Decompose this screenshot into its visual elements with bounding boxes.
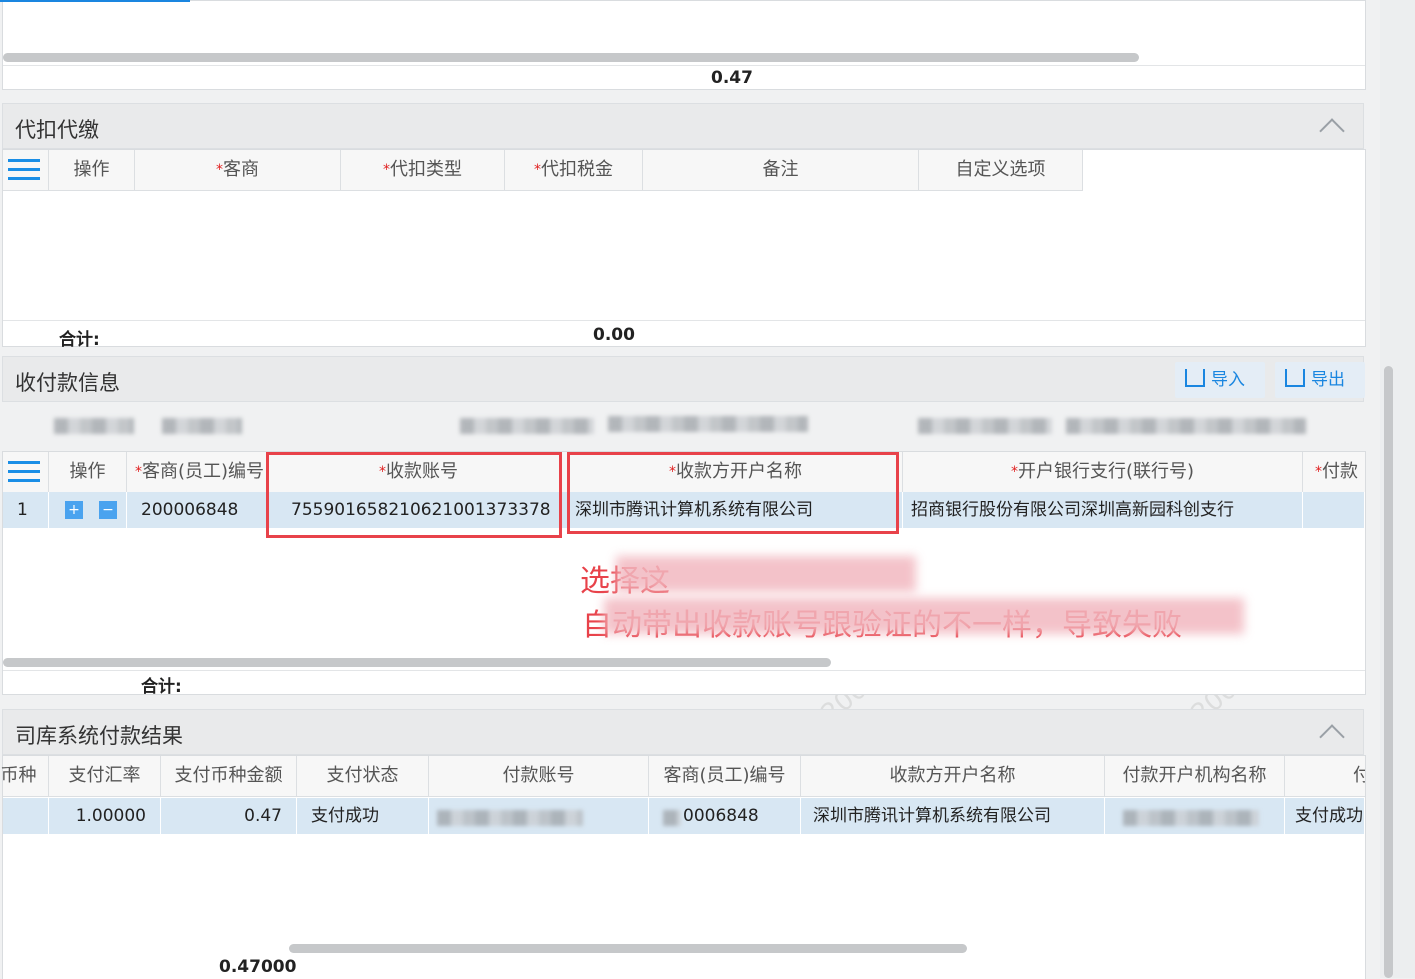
total-label: 合计: (59, 330, 100, 350)
payer-org-cell[interactable] (1105, 798, 1285, 834)
redacted-annotation (604, 598, 1244, 634)
column-header[interactable]: *代扣税金 (505, 150, 643, 190)
withholding-section-header[interactable]: 代扣代缴 (2, 103, 1364, 149)
menu-icon[interactable] (8, 461, 40, 483)
total-value: 0.00 (593, 325, 635, 345)
column-header[interactable]: *代扣类型 (341, 150, 505, 190)
highlight-account-number (266, 452, 562, 538)
status2-cell[interactable]: 支付成功 (1285, 798, 1365, 834)
redacted-text (437, 810, 583, 826)
column-header[interactable]: 操作 (49, 452, 127, 492)
section-title: 代扣代缴 (15, 118, 99, 142)
column-header[interactable]: *付款 (1303, 452, 1365, 492)
column-header[interactable]: 支付币种金额 (161, 756, 297, 796)
horizontal-scrollbar[interactable] (289, 944, 967, 953)
column-header[interactable]: 自定义选项 (919, 150, 1083, 190)
horizontal-scrollbar[interactable] (3, 658, 831, 667)
redacted-text (162, 418, 242, 434)
column-header[interactable]: 收款方开户名称 (801, 756, 1105, 796)
top-total-value: 0.47 (711, 68, 753, 88)
redacted-text (460, 418, 594, 434)
total-value: 0.47000 (219, 957, 297, 977)
redacted-text (918, 418, 1052, 434)
export-button[interactable]: 导出 (1275, 362, 1365, 398)
payment-cell[interactable] (1303, 492, 1365, 528)
section-title: 司库系统付款结果 (15, 724, 183, 748)
column-header[interactable]: 操作 (49, 150, 135, 190)
payer-account-cell[interactable] (429, 798, 649, 834)
column-header[interactable]: 客商(员工)编号 (649, 756, 801, 796)
import-button[interactable]: 导入 (1175, 362, 1265, 398)
amount-cell[interactable]: 0.47 (161, 798, 297, 834)
grid-header: 操作 *客商 *代扣类型 *代扣税金 备注 自定义选项 (3, 150, 1083, 191)
currency-cell[interactable] (3, 798, 49, 834)
vertical-scrollbar-thumb[interactable] (1384, 366, 1393, 978)
column-header[interactable]: 备注 (643, 150, 919, 190)
bank-branch-cell[interactable]: 招商银行股份有限公司深圳高新园科创支行 (903, 492, 1303, 528)
total-label: 合计: (141, 677, 182, 697)
row-actions: + − (49, 492, 127, 528)
tab-indicator (0, 0, 190, 2)
horizontal-scrollbar[interactable] (3, 53, 1139, 62)
column-header[interactable]: 支付状态 (297, 756, 429, 796)
chevron-up-icon[interactable] (1319, 118, 1345, 144)
row-index: 1 (3, 492, 49, 528)
download-icon (1185, 369, 1205, 387)
results-grid: 币种 支付汇率 支付币种金额 支付状态 付款账号 客商(员工)编号 收款方开户名… (0, 755, 1366, 979)
column-header[interactable]: *客商(员工)编号 (127, 452, 269, 492)
add-row-icon[interactable]: + (65, 501, 83, 519)
column-header[interactable]: *客商 (135, 150, 341, 190)
redacted-text (1123, 810, 1259, 826)
grid-header: 币种 支付汇率 支付币种金额 支付状态 付款账号 客商(员工)编号 收款方开户名… (0, 756, 1365, 797)
column-header[interactable]: 币种 (0, 756, 49, 796)
redacted-text (608, 416, 808, 432)
redacted-text (54, 418, 134, 434)
chevron-up-icon[interactable] (1319, 724, 1345, 750)
withholding-grid: 操作 *客商 *代扣类型 *代扣税金 备注 自定义选项 合计: 0.00 (2, 149, 1366, 350)
merchant-id-cell[interactable]: 200006848 (127, 492, 269, 528)
grid-divider (3, 320, 1365, 321)
column-header[interactable]: 付款账号 (429, 756, 649, 796)
menu-icon[interactable] (8, 159, 40, 181)
grid-divider (3, 670, 1365, 671)
grid-divider (3, 65, 1365, 66)
section-title: 收付款信息 (15, 371, 120, 395)
exchange-rate-cell[interactable]: 1.00000 (49, 798, 161, 834)
top-panel: 0.47 (2, 0, 1366, 90)
redacted-text (1066, 418, 1306, 434)
payment-info-section-header: 收付款信息 导入 导出 (2, 356, 1365, 402)
column-header[interactable]: 付 (1285, 756, 1365, 796)
remove-row-icon[interactable]: − (99, 501, 117, 519)
redacted-annotation (616, 556, 916, 592)
column-header[interactable]: 支付汇率 (49, 756, 161, 796)
column-menu[interactable] (3, 150, 49, 190)
redacted-text (663, 810, 681, 826)
upload-icon (1285, 369, 1305, 387)
results-section-header[interactable]: 司库系统付款结果 (2, 709, 1364, 755)
table-row[interactable]: 1.00000 0.47 支付成功 0006848 深圳市腾讯计算机系统有限公司… (3, 798, 1365, 834)
payee-name-cell[interactable]: 深圳市腾讯计算机系统有限公司 (801, 798, 1105, 834)
merchant-id-cell[interactable]: 0006848 (649, 798, 801, 834)
status-cell[interactable]: 支付成功 (297, 798, 429, 834)
column-header[interactable]: 付款开户机构名称 (1105, 756, 1285, 796)
highlight-account-name (567, 452, 899, 534)
column-menu[interactable] (3, 452, 49, 492)
column-header[interactable]: *开户银行支行(联行号) (903, 452, 1303, 492)
